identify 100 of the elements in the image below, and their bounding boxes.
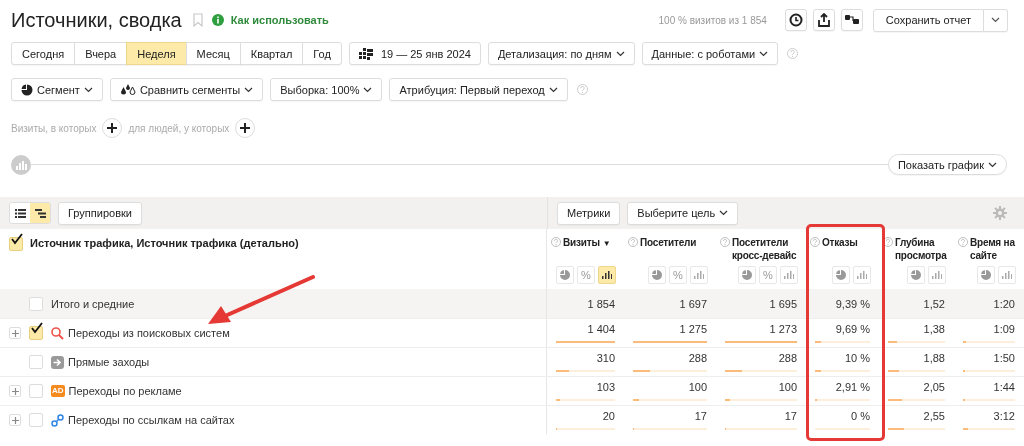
pie-view-button[interactable]: [738, 266, 756, 284]
checkbox[interactable]: [29, 355, 43, 369]
period-tab[interactable]: Квартал: [239, 42, 304, 65]
caret-icon: [719, 210, 729, 216]
period-tab[interactable]: Неделя: [126, 42, 187, 65]
pie-chart-icon: [560, 270, 570, 280]
table-cell: 2,91 %: [835, 381, 870, 393]
help-icon[interactable]: [958, 237, 968, 247]
filter-dropdown[interactable]: Выборка: 100%: [270, 78, 383, 101]
filter-dropdown[interactable]: Сравнить сегменты: [109, 78, 264, 101]
goal-dropdown[interactable]: Выберите цель: [627, 201, 739, 225]
add-condition-button[interactable]: [235, 118, 256, 138]
expand-button[interactable]: [9, 385, 21, 397]
expand-button[interactable]: [9, 327, 21, 339]
history-button[interactable]: [784, 9, 807, 31]
pie-chart-icon: [981, 270, 991, 280]
table-cell: 288: [778, 352, 797, 364]
condition-label: Визиты, в которых: [11, 122, 97, 134]
pie-view-button[interactable]: [832, 266, 850, 284]
period-tab[interactable]: Вчера: [74, 42, 128, 65]
help-icon[interactable]: [720, 237, 730, 247]
settings-dropdown[interactable]: Детализация: по дням: [487, 42, 635, 65]
drops-icon: [119, 83, 136, 96]
column-header[interactable]: Время на сайте: [970, 236, 1016, 262]
table-cell: 100: [778, 381, 797, 393]
chart-icon[interactable]: [11, 154, 31, 175]
column-header[interactable]: Отказы: [822, 236, 858, 249]
bar-chart-icon: [784, 271, 794, 279]
table-cell: 1:09: [993, 323, 1015, 335]
table-cell: 288: [688, 352, 707, 364]
settings-dropdown[interactable]: Данные: с роботами: [641, 42, 779, 65]
bar-chart-icon: [857, 271, 867, 279]
table-cell: 10 %: [844, 352, 870, 364]
page-title: Источники, сводка: [11, 8, 182, 32]
column-header[interactable]: Визиты: [563, 236, 600, 249]
save-report-button[interactable]: Сохранить отчет: [872, 8, 984, 32]
bars-view-button[interactable]: [598, 266, 616, 284]
pie-view-button[interactable]: [907, 266, 925, 284]
caret-icon: [615, 50, 625, 57]
save-menu-button[interactable]: [984, 8, 1008, 32]
dimension-header: Источник трафика, Источник трафика (детально): [30, 237, 299, 249]
table-cell: 100: [688, 381, 707, 393]
source-name[interactable]: Прямые заходы: [68, 356, 150, 368]
groupings-button[interactable]: Группировки: [58, 201, 142, 225]
table-cell: 1,88: [923, 352, 945, 364]
table-cell: 0 %: [851, 410, 870, 422]
help-icon[interactable]: [810, 237, 820, 247]
caret-icon: [759, 50, 769, 57]
pie-chart-icon: [836, 270, 846, 280]
table-cell: 1 854: [587, 297, 615, 310]
filter-dropdown[interactable]: Атрибуция: Первый переход: [389, 78, 568, 101]
show-chart-button[interactable]: Показать график: [887, 154, 1007, 175]
help-icon[interactable]: [551, 237, 561, 247]
source-name[interactable]: Переходы по ссылкам на сайтах: [68, 414, 235, 426]
filter-dropdown[interactable]: Сегмент: [11, 78, 103, 101]
metrics-button[interactable]: Метрики: [557, 201, 621, 225]
plus-icon: [107, 123, 118, 133]
help-icon[interactable]: [883, 237, 893, 247]
table-cell: 9,39 %: [835, 297, 870, 310]
pie-view-button[interactable]: [977, 266, 995, 284]
date-range-button[interactable]: 19 — 25 янв 2024: [348, 42, 481, 65]
period-tab[interactable]: Месяц: [185, 42, 241, 65]
list-view-button[interactable]: [10, 203, 30, 223]
table-cell: 9,69 %: [835, 323, 870, 335]
period-tab[interactable]: Сегодня: [11, 42, 76, 65]
expand-button[interactable]: [9, 414, 21, 426]
help-link[interactable]: Как использовать: [230, 14, 329, 26]
bar-chart-icon: [932, 271, 942, 279]
caret-icon: [548, 86, 558, 93]
column-header[interactable]: Посетители кросс-девайс: [732, 236, 798, 262]
period-tab[interactable]: Год: [302, 42, 342, 65]
source-name[interactable]: Переходы по рекламе: [68, 385, 182, 397]
list-icon: [14, 208, 26, 218]
settings-icon[interactable]: [993, 206, 1007, 220]
table-cell: 1 697: [679, 297, 707, 310]
table-cell: 103: [596, 381, 615, 393]
bar-chart-icon: [694, 271, 704, 279]
bar-chart-icon: [1002, 271, 1012, 279]
tree-view-button[interactable]: [30, 203, 50, 223]
add-condition-button[interactable]: [102, 118, 123, 138]
help-icon[interactable]: [628, 237, 638, 247]
share-button[interactable]: [840, 9, 863, 31]
table-cell: 1 275: [679, 323, 707, 335]
checkbox[interactable]: [29, 384, 43, 398]
export-button[interactable]: [812, 9, 835, 31]
bookmark-icon[interactable]: [192, 13, 203, 27]
table-cell: 310: [596, 352, 615, 364]
column-header[interactable]: Глубина просмотра: [895, 236, 947, 262]
pie-view-button[interactable]: [556, 266, 574, 284]
column-header[interactable]: Посетители: [640, 236, 697, 249]
source-name[interactable]: Переходы из поисковых систем: [68, 327, 230, 339]
checkbox[interactable]: [29, 296, 43, 311]
checkbox[interactable]: [29, 413, 43, 427]
table-cell: 1:50: [993, 352, 1015, 364]
table-cell: 20: [602, 410, 615, 422]
table-cell: 1 273: [769, 323, 797, 335]
pie-view-button[interactable]: [648, 266, 666, 284]
calendar-icon: [358, 47, 373, 60]
table-cell: 1,52: [923, 297, 945, 310]
plus-icon: [11, 416, 19, 424]
